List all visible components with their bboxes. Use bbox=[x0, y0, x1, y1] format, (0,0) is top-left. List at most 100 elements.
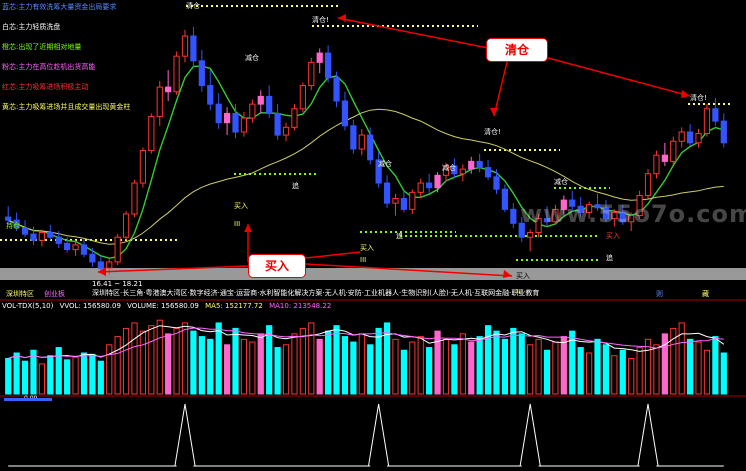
candle-body-37 bbox=[316, 52, 323, 63]
candle-body-45 bbox=[383, 182, 391, 204]
candle-body-43 bbox=[367, 134, 374, 161]
candle-body-18 bbox=[156, 86, 163, 118]
volume-bar-42 bbox=[358, 333, 365, 395]
candle-body-31 bbox=[266, 95, 273, 114]
label-clear-right2: 清仓! bbox=[690, 93, 707, 102]
candle-body-28 bbox=[240, 117, 248, 133]
candle-body-4 bbox=[38, 232, 45, 241]
candle-body-79 bbox=[670, 140, 677, 162]
legend-item-2: 橙芯:出现了近期相对地量 bbox=[2, 43, 82, 51]
volume-bar-46 bbox=[392, 338, 399, 395]
candle-body-27 bbox=[232, 112, 239, 133]
candle-body-80 bbox=[678, 131, 685, 142]
vol-volume: VOLUME: 156580.09 bbox=[127, 302, 199, 310]
candle-body-29 bbox=[249, 103, 256, 119]
volume-bar-59 bbox=[501, 338, 509, 395]
callout-buy: 买入 bbox=[248, 254, 306, 278]
candle-body-25 bbox=[215, 103, 222, 124]
candle-body-30 bbox=[257, 95, 264, 105]
volume-bar-62 bbox=[527, 344, 534, 395]
volume-bar-18 bbox=[156, 319, 163, 395]
volume-bar-82 bbox=[695, 341, 702, 395]
vol-title: VOL-TDX(5,10) bbox=[2, 302, 54, 310]
candle-body-7 bbox=[64, 242, 71, 251]
moving-averages bbox=[7, 65, 724, 259]
volume-bar-22 bbox=[190, 330, 197, 395]
candle-body-9 bbox=[80, 244, 88, 255]
label-reduce-3: 减仓 bbox=[442, 163, 456, 172]
candle-body-84 bbox=[712, 108, 719, 122]
volume-bar-24 bbox=[207, 338, 214, 395]
volume-bar-15 bbox=[131, 322, 138, 395]
volume-bar-76 bbox=[644, 338, 652, 395]
volume-bar-77 bbox=[653, 344, 660, 395]
candle-body-5 bbox=[47, 232, 54, 238]
arrow-buy-mid bbox=[305, 251, 361, 259]
candle-body-50 bbox=[426, 182, 433, 189]
candle-body-39 bbox=[333, 77, 340, 102]
volume-bar-23 bbox=[198, 336, 205, 395]
candle-body-76 bbox=[644, 173, 652, 196]
label-clear-top: 清仓 bbox=[186, 1, 200, 10]
volume-bar-78 bbox=[661, 333, 668, 395]
label-buy-3: 买入 bbox=[516, 272, 530, 280]
label-reduce-4: 减仓 bbox=[554, 177, 568, 186]
indicator-blue-marker bbox=[4, 398, 52, 401]
concept-ticker: 深圳特区·长三角·粤港澳大湾区·数字经济·通宝·运营商·水利智能化解决方案·无人… bbox=[92, 289, 540, 297]
candle-body-78 bbox=[661, 154, 668, 162]
signal-indicator bbox=[8, 403, 724, 467]
volume-bar-7 bbox=[64, 359, 71, 395]
volume-bar-47 bbox=[400, 349, 407, 395]
volume-bar-20 bbox=[173, 327, 180, 395]
volume-bar-30 bbox=[257, 333, 264, 395]
candle-body-32 bbox=[274, 112, 281, 136]
candle-body-24 bbox=[207, 85, 214, 105]
volume-bar-65 bbox=[552, 341, 559, 395]
signal-line bbox=[8, 403, 724, 467]
volume-bar-75 bbox=[636, 347, 643, 395]
candle-body-0 bbox=[5, 216, 12, 221]
volume-bar-49 bbox=[417, 336, 424, 395]
volume-bar-29 bbox=[249, 341, 256, 395]
candle-body-35 bbox=[299, 85, 306, 110]
label-clear-right: 清仓! bbox=[484, 127, 501, 136]
volume-bar-6 bbox=[55, 347, 62, 395]
volume-bar-72 bbox=[611, 355, 618, 395]
volume-bar-1 bbox=[13, 352, 20, 395]
volume-bar-0 bbox=[5, 357, 12, 395]
volume-bar-9 bbox=[80, 352, 88, 395]
candle-body-56 bbox=[476, 160, 483, 169]
volume-bar-26 bbox=[223, 344, 231, 395]
volume-bar-36 bbox=[308, 322, 315, 395]
label-low-price: 16.41 ~ 18.21 bbox=[92, 280, 142, 288]
volume-bar-50 bbox=[426, 347, 433, 395]
candle-body-48 bbox=[409, 191, 416, 210]
volume-bar-14 bbox=[122, 327, 130, 395]
candle-body-8 bbox=[72, 244, 79, 251]
candle-body-57 bbox=[484, 167, 492, 178]
volume-bar-71 bbox=[602, 344, 610, 395]
candle-body-83 bbox=[703, 108, 711, 135]
candle-body-60 bbox=[510, 208, 517, 224]
volume-bar-39 bbox=[333, 325, 340, 395]
candle-body-20 bbox=[173, 55, 180, 93]
volume-bar-28 bbox=[240, 338, 248, 395]
volume-bar-25 bbox=[215, 322, 222, 395]
candle-body-59 bbox=[501, 188, 509, 210]
legend-item-3: 粉芯:主力在高位趁机出货高能 bbox=[2, 63, 96, 71]
volume-bar-5 bbox=[47, 355, 54, 395]
volume-bar-48 bbox=[409, 341, 416, 395]
candle-body-19 bbox=[165, 86, 172, 93]
candle-body-46 bbox=[392, 198, 399, 204]
volume-header: VOL-TDX(5,10) VVOL: 156580.09 VOLUME: 15… bbox=[2, 302, 335, 310]
candle-body-47 bbox=[400, 198, 407, 210]
candle-body-26 bbox=[223, 112, 231, 124]
label-mark-mid: III bbox=[360, 256, 366, 264]
arrowhead-right bbox=[681, 90, 690, 98]
arrowhead-mid bbox=[490, 108, 498, 116]
bottom-label-right2: 藏 bbox=[702, 290, 709, 298]
label-buy-1: 买入 bbox=[234, 202, 248, 210]
candle-body-36 bbox=[308, 61, 315, 87]
volume-bar-70 bbox=[594, 338, 601, 395]
volume-bar-35 bbox=[299, 327, 306, 395]
